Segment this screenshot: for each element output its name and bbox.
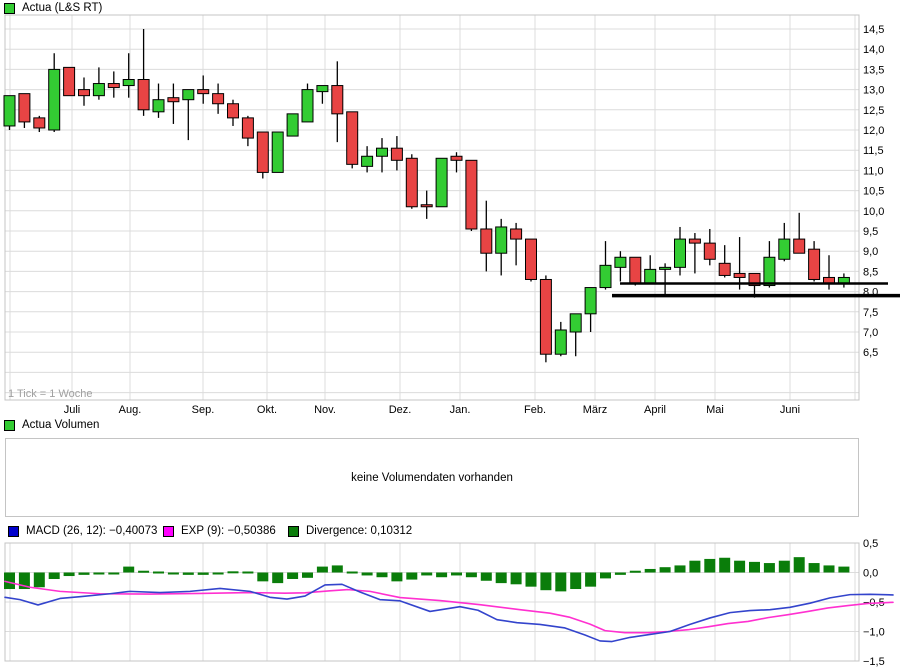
svg-text:10,5: 10,5 — [863, 186, 884, 198]
svg-text:6,5: 6,5 — [863, 347, 878, 359]
exp-line — [5, 581, 893, 632]
price-legend: Actua (L&S RT) — [4, 2, 102, 14]
svg-text:Mai: Mai — [706, 404, 724, 416]
svg-text:Jan.: Jan. — [450, 404, 471, 416]
svg-text:14,0: 14,0 — [863, 44, 884, 56]
svg-text:12,0: 12,0 — [863, 125, 884, 137]
macd-grid — [5, 543, 859, 661]
svg-text:8,5: 8,5 — [863, 266, 878, 278]
svg-text:11,5: 11,5 — [863, 145, 884, 157]
price-legend-label: Actua (L&S RT) — [22, 2, 102, 14]
divergence-legend-item: Divergence: 0,10312 — [288, 525, 412, 537]
svg-text:−1,5: −1,5 — [863, 656, 885, 668]
svg-text:7,5: 7,5 — [863, 307, 878, 319]
tick-note: 1 Tick = 1 Woche — [8, 388, 92, 400]
svg-text:7,0: 7,0 — [863, 327, 878, 339]
svg-text:Dez.: Dez. — [389, 404, 412, 416]
macd-legend-label: MACD (26, 12): −0,40073 — [26, 525, 157, 537]
price-candles — [4, 29, 849, 362]
volume-legend: Actua Volumen — [4, 419, 99, 431]
volume-empty-message: keine Volumendaten vorhanden — [351, 472, 513, 484]
svg-text:Okt.: Okt. — [257, 404, 277, 416]
exp-legend-swatch-icon — [163, 526, 174, 537]
svg-text:13,5: 13,5 — [863, 64, 884, 76]
svg-text:11,0: 11,0 — [863, 165, 884, 177]
svg-text:0,5: 0,5 — [863, 538, 878, 550]
svg-text:März: März — [583, 404, 607, 416]
macd-line — [5, 584, 893, 641]
chart-window: 14,5 14,0 13,5 13,0 12,5 12,0 11,5 11,0 10,5 10,0… — [0, 0, 900, 670]
volume-panel: keine Volumendaten vorhanden — [5, 438, 859, 517]
macd-legend-item: MACD (26, 12): −0,40073 — [8, 525, 157, 537]
exp-legend-item: EXP (9): −0,50386 — [163, 525, 276, 537]
price-legend-swatch-icon — [4, 3, 15, 14]
svg-text:0,0: 0,0 — [863, 568, 878, 580]
month-labels: Juli Aug. Sep. Okt. Nov. Dez. Jan. Feb. März Apri… — [64, 404, 800, 416]
svg-text:Feb.: Feb. — [524, 404, 546, 416]
volume-legend-swatch-icon — [4, 420, 15, 431]
macd-legend-swatch-icon — [8, 526, 19, 537]
svg-text:−1,0: −1,0 — [863, 627, 885, 639]
svg-text:13,0: 13,0 — [863, 85, 884, 97]
price-grid — [5, 15, 859, 400]
svg-text:April: April — [644, 404, 666, 416]
price-axis-labels: 14,5 14,0 13,5 13,0 12,5 12,0 11,5 11,0 10,5 10,0… — [863, 24, 884, 359]
svg-text:Juli: Juli — [64, 404, 81, 416]
svg-text:Nov.: Nov. — [314, 404, 336, 416]
svg-text:14,5: 14,5 — [863, 24, 884, 36]
divergence-legend-label: Divergence: 0,10312 — [306, 525, 412, 537]
svg-text:9,0: 9,0 — [863, 246, 878, 258]
exp-legend-label: EXP (9): −0,50386 — [181, 525, 276, 537]
chart-canvas: 14,5 14,0 13,5 13,0 12,5 12,0 11,5 11,0 10,5 10,0… — [0, 0, 900, 670]
svg-text:9,5: 9,5 — [863, 226, 878, 238]
svg-text:10,0: 10,0 — [863, 206, 884, 218]
divergence-histogram — [4, 557, 849, 591]
volume-legend-label: Actua Volumen — [22, 419, 99, 431]
divergence-legend-swatch-icon — [288, 526, 299, 537]
svg-text:1 Tick = 1 Woche: 1 Tick = 1 Woche — [8, 388, 92, 400]
svg-text:Sep.: Sep. — [192, 404, 215, 416]
svg-text:12,5: 12,5 — [863, 105, 884, 117]
svg-text:Juni: Juni — [780, 404, 800, 416]
svg-text:Aug.: Aug. — [119, 404, 142, 416]
